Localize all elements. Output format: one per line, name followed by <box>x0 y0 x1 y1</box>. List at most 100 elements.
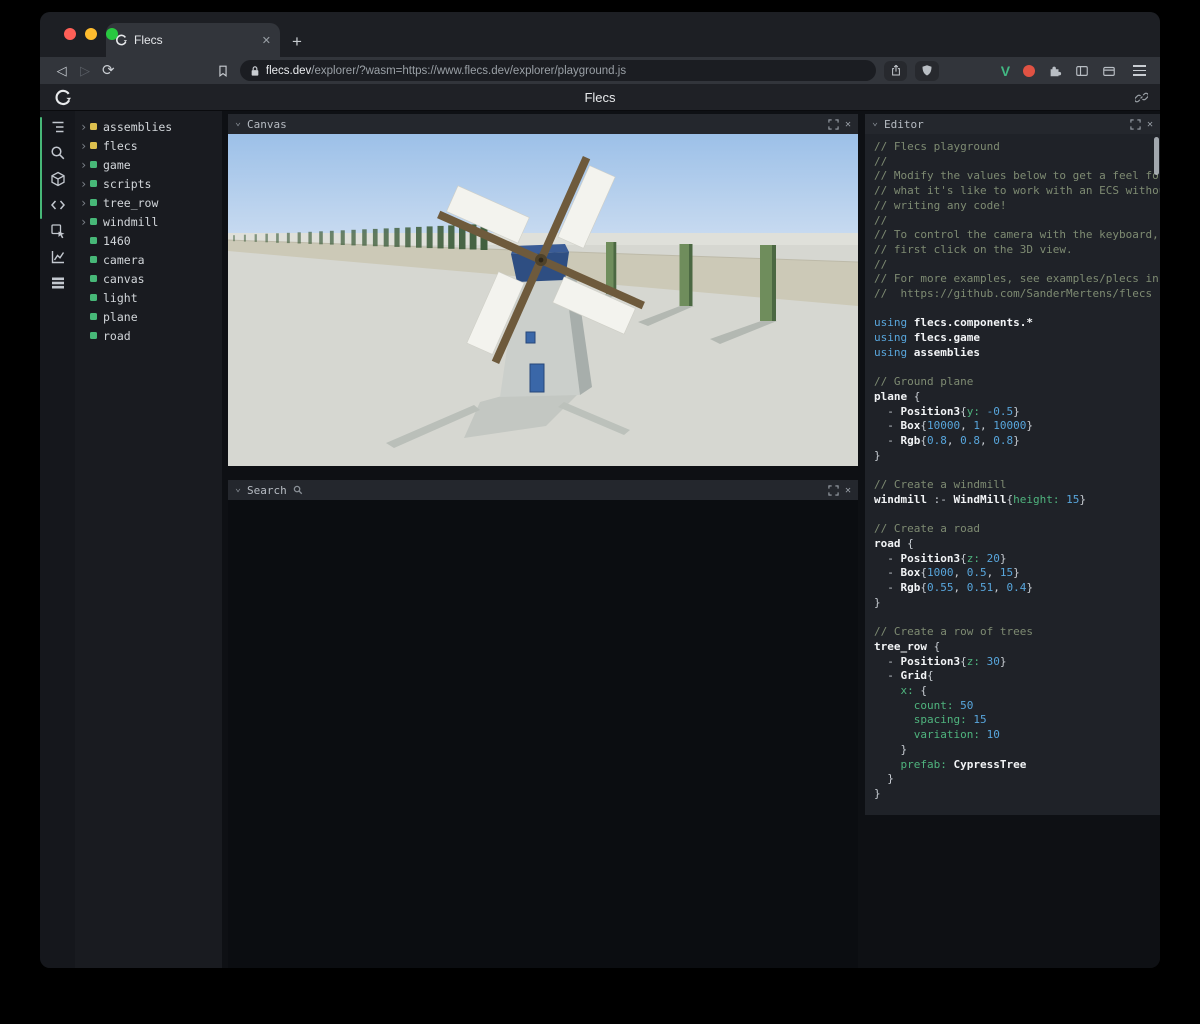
extensions-puzzle-icon[interactable] <box>1048 64 1062 78</box>
entity-color-icon <box>90 294 97 301</box>
editor-code[interactable]: // Flecs playground//// Modify the value… <box>865 134 1160 815</box>
entity-label: game <box>103 157 131 172</box>
code-icon[interactable] <box>50 197 66 213</box>
tree-item-road[interactable]: road <box>75 326 222 345</box>
scene-3d <box>228 134 858 466</box>
collapse-chevron-icon[interactable]: ⌄ <box>235 483 241 494</box>
entity-color-icon <box>90 123 97 130</box>
entity-label: canvas <box>103 271 145 286</box>
expand-panel-icon[interactable] <box>828 118 839 130</box>
stats-chart-icon[interactable] <box>50 249 66 265</box>
tree-item-flecs[interactable]: › flecs <box>75 136 222 155</box>
entities-cube-icon[interactable] <box>50 171 66 187</box>
expand-arrow-icon[interactable]: › <box>80 140 89 152</box>
code-line: - Grid{ <box>874 669 934 683</box>
expand-panel-icon[interactable] <box>1130 118 1141 130</box>
tree-item-windmill[interactable]: › windmill <box>75 212 222 231</box>
code-line: // Ground plane <box>874 375 974 389</box>
code-line: // <box>874 154 888 168</box>
code-line: // Create a windmill <box>874 478 1007 492</box>
code-line: // For more examples, see examples/plecs… <box>874 272 1159 286</box>
entity-label: tree_row <box>103 195 159 210</box>
windmill-window <box>525 331 536 344</box>
tree-item-canvas[interactable]: canvas <box>75 269 222 288</box>
app-header: Flecs <box>40 84 1160 111</box>
url-host: flecs.dev <box>265 64 312 77</box>
code-line: spacing: 15 <box>913 713 987 727</box>
zoom-window-button[interactable] <box>106 28 118 40</box>
tree-item-assemblies[interactable]: › assemblies <box>75 117 222 136</box>
entity-label: plane <box>103 309 138 324</box>
code-line: } <box>874 786 881 800</box>
editor-scrollbar[interactable] <box>1154 137 1159 175</box>
entity-color-icon <box>90 161 97 168</box>
collapse-chevron-icon[interactable]: ⌄ <box>872 117 878 128</box>
code-line: using flecs.game <box>874 331 980 345</box>
forward-button[interactable]: ▷ <box>73 64 96 77</box>
share-button[interactable] <box>884 60 908 81</box>
code-line: count: 50 <box>913 698 974 712</box>
entity-label: 1460 <box>103 233 131 248</box>
browser-menu-icon[interactable] <box>1133 65 1147 76</box>
entity-label: road <box>103 328 131 343</box>
tree-item-scripts[interactable]: › scripts <box>75 174 222 193</box>
metrics-rows-icon[interactable] <box>50 275 66 291</box>
expand-arrow-icon[interactable]: › <box>80 121 89 133</box>
canvas-3d-view[interactable] <box>228 134 858 466</box>
expand-arrow-icon[interactable]: › <box>80 159 89 171</box>
tree-item-tree_row[interactable]: › tree_row <box>75 193 222 212</box>
entity-label: assemblies <box>103 119 173 134</box>
search-icon[interactable] <box>50 145 66 161</box>
back-button[interactable]: ◁ <box>50 64 73 77</box>
outliner-icon[interactable] <box>50 119 66 135</box>
minimize-window-button[interactable] <box>85 28 97 40</box>
close-panel-icon[interactable]: ✕ <box>1147 119 1153 130</box>
browser-tab[interactable]: Flecs ✕ <box>106 23 280 57</box>
code-line: - Position3{z: 20} <box>874 551 1007 565</box>
reload-button[interactable]: ⟳ <box>97 63 120 78</box>
expand-panel-icon[interactable] <box>828 484 839 496</box>
tree-item-camera[interactable]: camera <box>75 250 222 269</box>
tab-close-icon[interactable]: ✕ <box>262 34 271 47</box>
code-line: - Box{1000, 0.5, 15} <box>874 566 1020 580</box>
lock-icon <box>251 65 259 76</box>
entity-color-icon <box>90 142 97 149</box>
expand-arrow-icon[interactable]: › <box>80 197 89 209</box>
close-panel-icon[interactable]: ✕ <box>845 119 851 130</box>
inspect-cursor-icon[interactable] <box>50 223 66 239</box>
tab-title: Flecs <box>134 33 163 47</box>
wallet-icon[interactable] <box>1102 64 1116 78</box>
entity-label: scripts <box>103 176 152 191</box>
tree-item-light[interactable]: light <box>75 288 222 307</box>
entity-color-icon <box>90 313 97 320</box>
tree-item-plane[interactable]: plane <box>75 307 222 326</box>
new-tab-button[interactable]: + <box>292 33 302 50</box>
shield-icon[interactable] <box>915 60 939 81</box>
search-results-area[interactable] <box>228 500 858 968</box>
tree-item-game[interactable]: › game <box>75 155 222 174</box>
tree-item-1460[interactable]: 1460 <box>75 231 222 250</box>
sidebar-toggle-icon[interactable] <box>1075 64 1089 78</box>
collapse-chevron-icon[interactable]: ⌄ <box>235 117 241 128</box>
search-panel-header: ⌄ Search ✕ <box>228 480 858 500</box>
code-line: // what it's like to work with an ECS wi… <box>874 184 1160 198</box>
expand-arrow-icon[interactable]: › <box>80 178 89 190</box>
page-title: Flecs <box>584 89 616 105</box>
close-panel-icon[interactable]: ✕ <box>845 485 851 496</box>
code-line: variation: 10 <box>913 728 1000 742</box>
address-bar[interactable]: flecs.dev/explorer/?wasm=https://www.fle… <box>239 60 877 81</box>
expand-arrow-icon[interactable]: › <box>80 216 89 228</box>
bookmark-icon[interactable] <box>216 64 230 78</box>
extension-red-icon[interactable] <box>1023 64 1036 77</box>
code-line: } <box>874 448 881 462</box>
sky <box>228 134 858 235</box>
code-line: road { <box>874 536 914 550</box>
extension-v-icon[interactable]: V <box>1001 63 1010 79</box>
code-line: // https://github.com/SanderMertens/flec… <box>874 287 1153 301</box>
code-line: windmill :- WindMill{height: 15} <box>874 492 1086 506</box>
close-window-button[interactable] <box>64 28 76 40</box>
windmill-door <box>529 363 545 393</box>
canvas-panel-title: Canvas <box>247 117 287 131</box>
